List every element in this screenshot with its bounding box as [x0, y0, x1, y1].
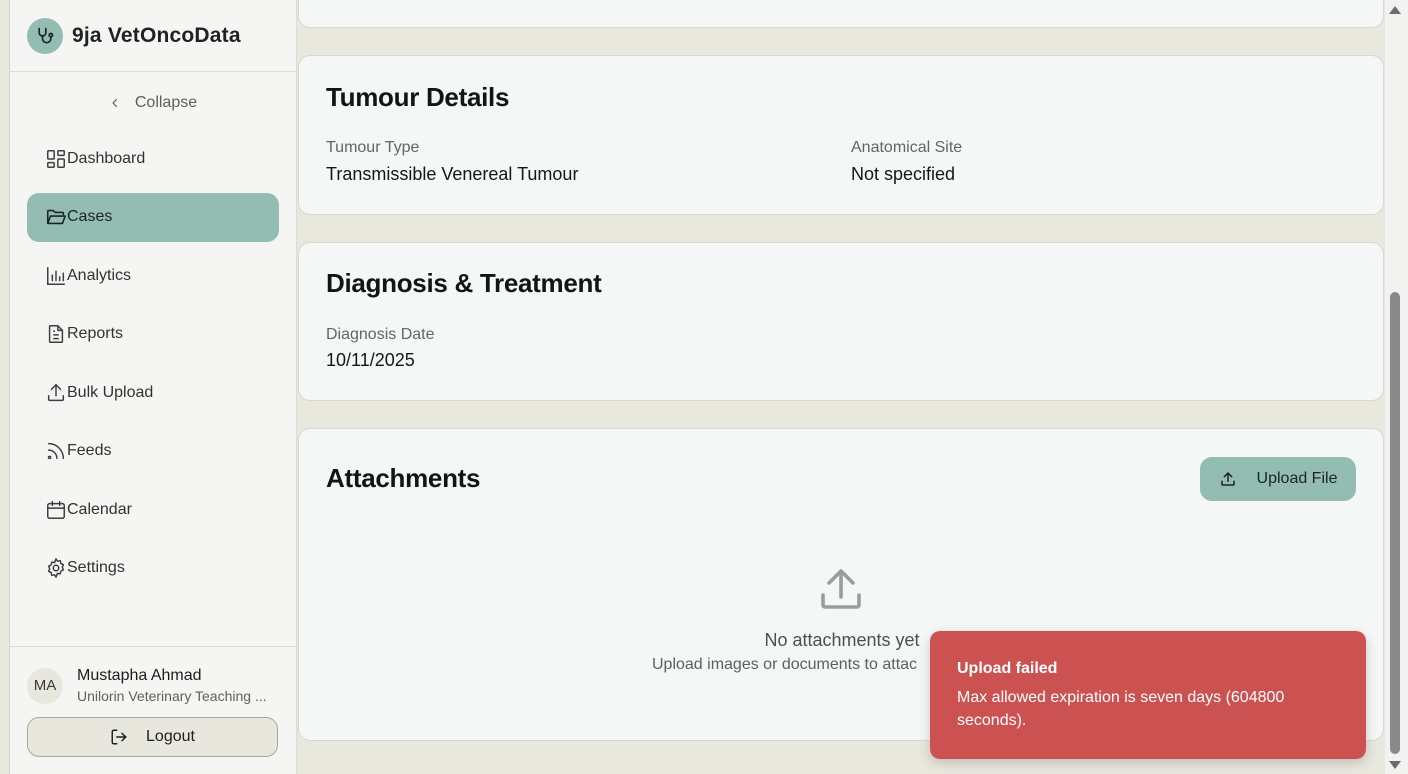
sidebar-item-label: Analytics [67, 266, 132, 284]
empty-attachments-subtitle: Upload images or documents to attac [652, 656, 918, 673]
bar-chart-icon [47, 266, 65, 285]
sidebar-item-calendar[interactable]: Calendar [27, 485, 279, 534]
user-org: Unilorin Veterinary Teaching ... [77, 688, 267, 704]
sidebar-item-label: Feeds [67, 442, 112, 459]
user-info: MA Mustapha Ahmad Unilorin Veterinary Te… [27, 667, 279, 704]
sidebar-item-label: Settings [67, 559, 125, 576]
upload-icon [1220, 472, 1235, 486]
diagnosis-treatment-card: Diagnosis & Treatment Diagnosis Date 10/… [298, 242, 1384, 401]
sidebar-item-feeds[interactable]: Feeds [27, 427, 279, 476]
scroll-down-arrow-icon[interactable] [1388, 759, 1402, 771]
tumour-type-value: Transmissible Venereal Tumour [326, 164, 579, 184]
previous-card [298, 0, 1384, 28]
upload-file-button[interactable]: Upload File [1200, 457, 1356, 501]
vertical-scrollbar[interactable] [1385, 0, 1408, 774]
logout-icon [111, 729, 127, 745]
scrollbar-thumb[interactable] [1390, 292, 1400, 754]
upload-placeholder-icon [821, 569, 861, 609]
diagnosis-title: Diagnosis & Treatment [326, 268, 602, 298]
chevron-left-icon [112, 98, 117, 108]
stethoscope-icon [27, 17, 63, 54]
anatomical-site-label: Anatomical Site [851, 139, 963, 156]
upload-icon [47, 383, 65, 401]
diagnosis-date-label: Diagnosis Date [326, 326, 435, 343]
brand-name: 9ja VetOncoData [72, 23, 241, 47]
sidebar-item-cases[interactable]: Cases [27, 192, 279, 242]
sidebar: 9ja VetOncoData Collapse Dashboard Cases… [10, 0, 297, 774]
user-name: Mustapha Ahmad [77, 667, 202, 684]
sidebar-item-reports[interactable]: Reports [27, 310, 279, 359]
rss-icon [47, 442, 65, 460]
tumour-type-label: Tumour Type [326, 139, 420, 156]
folder-open-icon [46, 209, 66, 225]
sidebar-item-bulk-upload[interactable]: Bulk Upload [27, 368, 279, 417]
document-icon [48, 325, 64, 343]
sidebar-item-label: Dashboard [67, 149, 146, 167]
user-panel: MA Mustapha Ahmad Unilorin Veterinary Te… [10, 646, 296, 757]
scroll-up-arrow-icon[interactable] [1388, 4, 1402, 16]
brand-header: 9ja VetOncoData [10, 0, 296, 72]
sidebar-item-label: Reports [67, 325, 124, 342]
diagnosis-date-value: 10/11/2025 [326, 350, 415, 370]
toast-title: Upload failed [957, 660, 1058, 677]
calendar-icon [47, 500, 65, 519]
window-edge [0, 0, 10, 774]
tumour-details-card: Tumour Details Tumour Type Transmissible… [298, 55, 1384, 215]
error-toast[interactable]: Upload failed Max allowed expiration is … [930, 631, 1366, 759]
logout-label: Logout [146, 728, 195, 745]
collapse-button[interactable]: Collapse [10, 72, 296, 134]
sidebar-nav: Dashboard Cases Analytics Reports Bulk U… [10, 134, 296, 593]
sidebar-item-label: Bulk Upload [67, 383, 154, 401]
collapse-label: Collapse [134, 94, 198, 111]
tumour-details-title: Tumour Details [326, 82, 510, 112]
sidebar-item-analytics[interactable]: Analytics [27, 251, 279, 300]
anatomical-site-value: Not specified [851, 164, 956, 184]
avatar: MA [27, 667, 63, 704]
upload-file-label: Upload File [1256, 470, 1338, 487]
attachments-title: Attachments [326, 463, 481, 493]
sidebar-item-label: Calendar [67, 500, 132, 518]
gear-icon [47, 558, 65, 578]
sidebar-item-dashboard[interactable]: Dashboard [27, 134, 279, 183]
dashboard-icon [47, 149, 65, 168]
sidebar-item-label: Cases [67, 208, 113, 225]
sidebar-item-settings[interactable]: Settings [27, 544, 279, 593]
logout-button[interactable]: Logout [27, 717, 278, 757]
toast-message: Max allowed expiration is seven days (60… [957, 689, 1285, 729]
